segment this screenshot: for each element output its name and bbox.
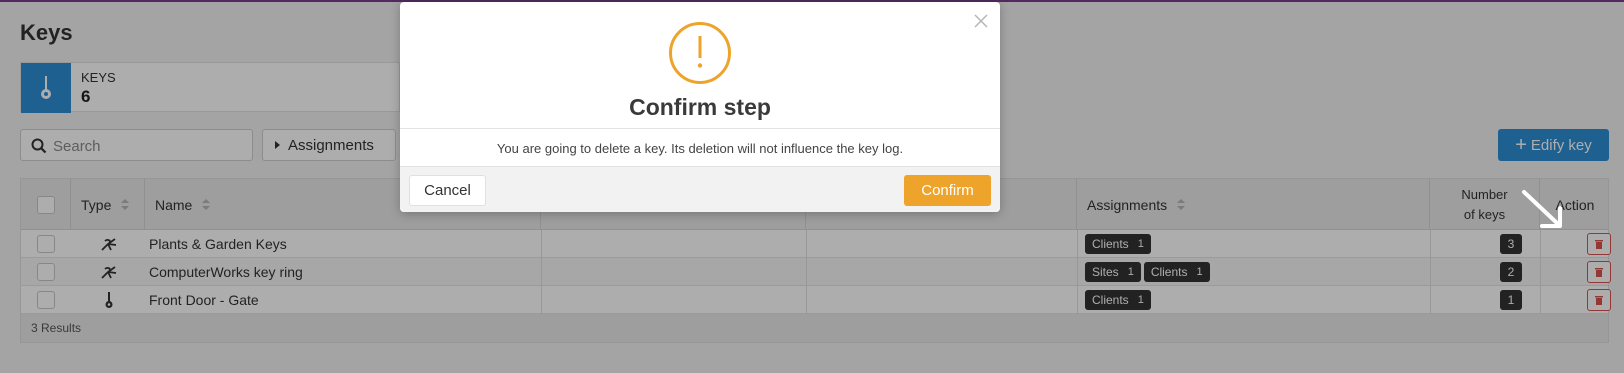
close-icon[interactable] xyxy=(974,14,988,33)
confirm-dialog: Confirm step You are going to delete a k… xyxy=(400,2,1000,212)
dialog-title: Confirm step xyxy=(629,94,771,120)
dialog-message: You are going to delete a key. Its delet… xyxy=(496,141,904,156)
dialog-footer: Cancel Confirm xyxy=(400,166,1000,212)
dialog-divider xyxy=(400,128,1000,129)
arrow-pointer-icon xyxy=(1520,188,1568,239)
cancel-button[interactable]: Cancel xyxy=(409,175,486,206)
confirm-button[interactable]: Confirm xyxy=(904,175,991,206)
warning-icon xyxy=(668,21,732,90)
